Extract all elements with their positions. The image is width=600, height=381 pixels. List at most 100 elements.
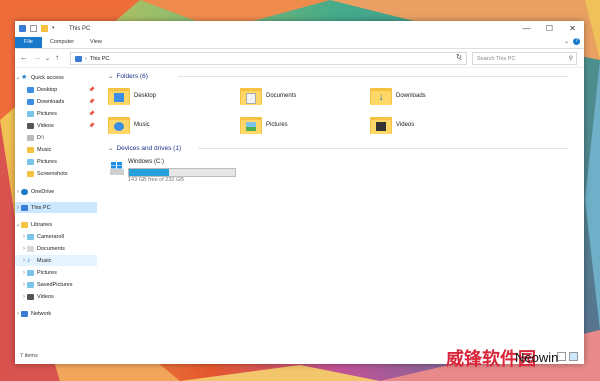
nav-lib-savedpictures[interactable]: › SavedPictures — [15, 279, 97, 290]
folder-music[interactable]: Music — [108, 115, 150, 135]
drive-c[interactable]: Windows (C:) 143 GB free of 232 GB — [110, 159, 240, 185]
desktop-folder-icon — [27, 86, 34, 93]
address-bar[interactable]: › This PC ⌄ — [70, 52, 467, 65]
address-row: ← → ⌄ ↑ › This PC ⌄ ↻ Search This PC ⚲ — [15, 49, 584, 68]
group-header-label: Folders (6) — [116, 72, 148, 80]
search-input[interactable]: Search This PC — [473, 56, 569, 62]
nav-network[interactable]: › Network — [15, 308, 97, 319]
recent-locations-icon[interactable]: ⌄ — [45, 55, 50, 62]
neowin-logo: Neowin — [515, 350, 558, 365]
nav-quick-access[interactable]: ⌄ ★ Quick access — [15, 72, 97, 83]
nav-qa-music[interactable]: Music — [15, 144, 97, 155]
nav-this-pc[interactable]: › This PC — [15, 202, 97, 213]
properties-icon[interactable] — [30, 25, 37, 32]
refresh-icon[interactable]: ↻ — [456, 53, 462, 61]
minimize-button[interactable]: — — [515, 21, 538, 35]
nav-label: Music — [37, 146, 52, 153]
folder-pictures[interactable]: Pictures — [240, 115, 288, 135]
tab-file[interactable]: File — [15, 37, 42, 48]
nav-qa-d-drive[interactable]: D:\ — [15, 132, 97, 143]
ribbon-tabs: File Computer View ⌄ ? — [15, 37, 584, 49]
pictures-folder-icon — [27, 158, 34, 165]
folder-label: Music — [134, 122, 150, 128]
windows-drive-icon — [110, 162, 124, 175]
nav-qa-pictures[interactable]: Pictures 📌 — [15, 108, 97, 119]
quick-access-toolbar: ▾ — [19, 25, 55, 32]
pin-icon[interactable]: 📌 — [89, 123, 95, 129]
nav-label: Screenshots — [37, 170, 68, 177]
nav-qa-pictures-2[interactable]: Pictures — [15, 156, 97, 167]
group-header-folders[interactable]: ⌄ Folders (6) — [108, 72, 568, 80]
pin-icon[interactable]: 📌 — [89, 99, 95, 105]
nav-label: Quick access — [31, 74, 64, 81]
chevron-down-icon[interactable]: ▾ — [52, 25, 55, 32]
pin-icon[interactable]: 📌 — [89, 111, 95, 117]
nav-lib-documents[interactable]: › Documents — [15, 243, 97, 254]
maximize-button[interactable]: ☐ — [538, 21, 561, 35]
nav-libraries[interactable]: ⌄ Libraries — [15, 219, 97, 230]
nav-qa-desktop[interactable]: Desktop 📌 — [15, 84, 97, 95]
pc-icon — [75, 55, 82, 62]
pin-icon[interactable]: 📌 — [89, 87, 95, 93]
folder-icon — [370, 115, 392, 135]
content-pane: ⌄ Folders (6) Desktop Documents ↓ Downlo… — [100, 68, 584, 353]
folder-desktop[interactable]: Desktop — [108, 86, 156, 106]
nav-lib-music[interactable]: › ♪ Music — [15, 255, 97, 266]
drive-label: Windows (C:) — [128, 159, 165, 165]
folder-documents[interactable]: Documents — [240, 86, 296, 106]
nav-label: Downloads — [37, 98, 65, 105]
back-arrow-icon[interactable]: ← — [20, 53, 28, 62]
nav-lib-videos[interactable]: › Videos — [15, 291, 97, 302]
pictures-folder-icon — [27, 110, 34, 117]
nav-label: D:\ — [37, 134, 45, 141]
breadcrumb-this-pc[interactable]: This PC — [90, 56, 110, 62]
tab-view[interactable]: View — [82, 37, 110, 48]
nav-label: Pictures — [37, 158, 57, 165]
folder-icon — [240, 86, 262, 106]
folder-icon — [108, 86, 130, 106]
nav-qa-videos[interactable]: Videos 📌 — [15, 120, 97, 131]
group-header-label: Devices and drives (1) — [116, 144, 182, 152]
nav-lib-pictures[interactable]: › Pictures — [15, 267, 97, 278]
folder-label: Desktop — [134, 93, 157, 99]
title-bar: ▾ This PC — ☐ ✕ — [15, 21, 584, 37]
view-toggle — [557, 352, 578, 361]
close-button[interactable]: ✕ — [561, 21, 584, 35]
folder-videos[interactable]: Videos — [370, 115, 414, 135]
up-arrow-icon[interactable]: ↑ — [55, 53, 59, 62]
explorer-window: ▾ This PC — ☐ ✕ File Computer View ⌄ ? ←… — [15, 21, 584, 364]
chevron-down-icon[interactable]: ⌄ — [108, 144, 113, 152]
help-icon[interactable]: ? — [573, 38, 580, 45]
chevron-down-icon[interactable]: ⌄ — [108, 72, 113, 80]
status-item-count: 7 items — [20, 353, 38, 359]
window-title: This PC — [69, 26, 91, 32]
folder-label: Pictures — [266, 122, 288, 128]
downloads-folder-icon — [27, 98, 34, 105]
nav-qa-screenshots[interactable]: Screenshots — [15, 168, 97, 179]
search-box[interactable]: Search This PC ⚲ — [472, 52, 577, 65]
folder-label: Videos — [396, 122, 415, 128]
videos-folder-icon — [27, 293, 34, 300]
drive-free-space: 143 GB free of 232 GB — [128, 177, 184, 183]
group-header-drives[interactable]: ⌄ Devices and drives (1) — [108, 144, 568, 152]
nav-label: Network — [31, 310, 52, 317]
navigation-pane: ⌄ ★ Quick access Desktop 📌 Downloads 📌 P… — [15, 68, 97, 353]
neowin-label: Neowin — [515, 350, 559, 365]
folder-label: Downloads — [396, 93, 426, 99]
nav-qa-downloads[interactable]: Downloads 📌 — [15, 96, 97, 107]
forward-arrow-icon[interactable]: → — [33, 53, 41, 62]
tab-computer[interactable]: Computer — [42, 37, 82, 48]
libraries-icon — [21, 221, 28, 228]
network-icon — [21, 310, 28, 317]
folder-icon — [240, 115, 262, 135]
pc-icon[interactable] — [19, 25, 26, 32]
large-icons-view-icon[interactable] — [569, 352, 578, 361]
new-folder-icon[interactable] — [41, 25, 48, 32]
nav-label: Pictures — [37, 110, 57, 117]
folder-downloads[interactable]: ↓ Downloads — [370, 86, 426, 106]
nav-lib-cameraroll[interactable]: › Cameraroll — [15, 231, 97, 242]
nav-label: This PC — [31, 204, 51, 211]
nav-onedrive[interactable]: › OneDrive — [15, 186, 97, 197]
ribbon-expand-icon[interactable]: ⌄ — [564, 38, 569, 45]
search-icon: ⚲ — [568, 56, 573, 62]
